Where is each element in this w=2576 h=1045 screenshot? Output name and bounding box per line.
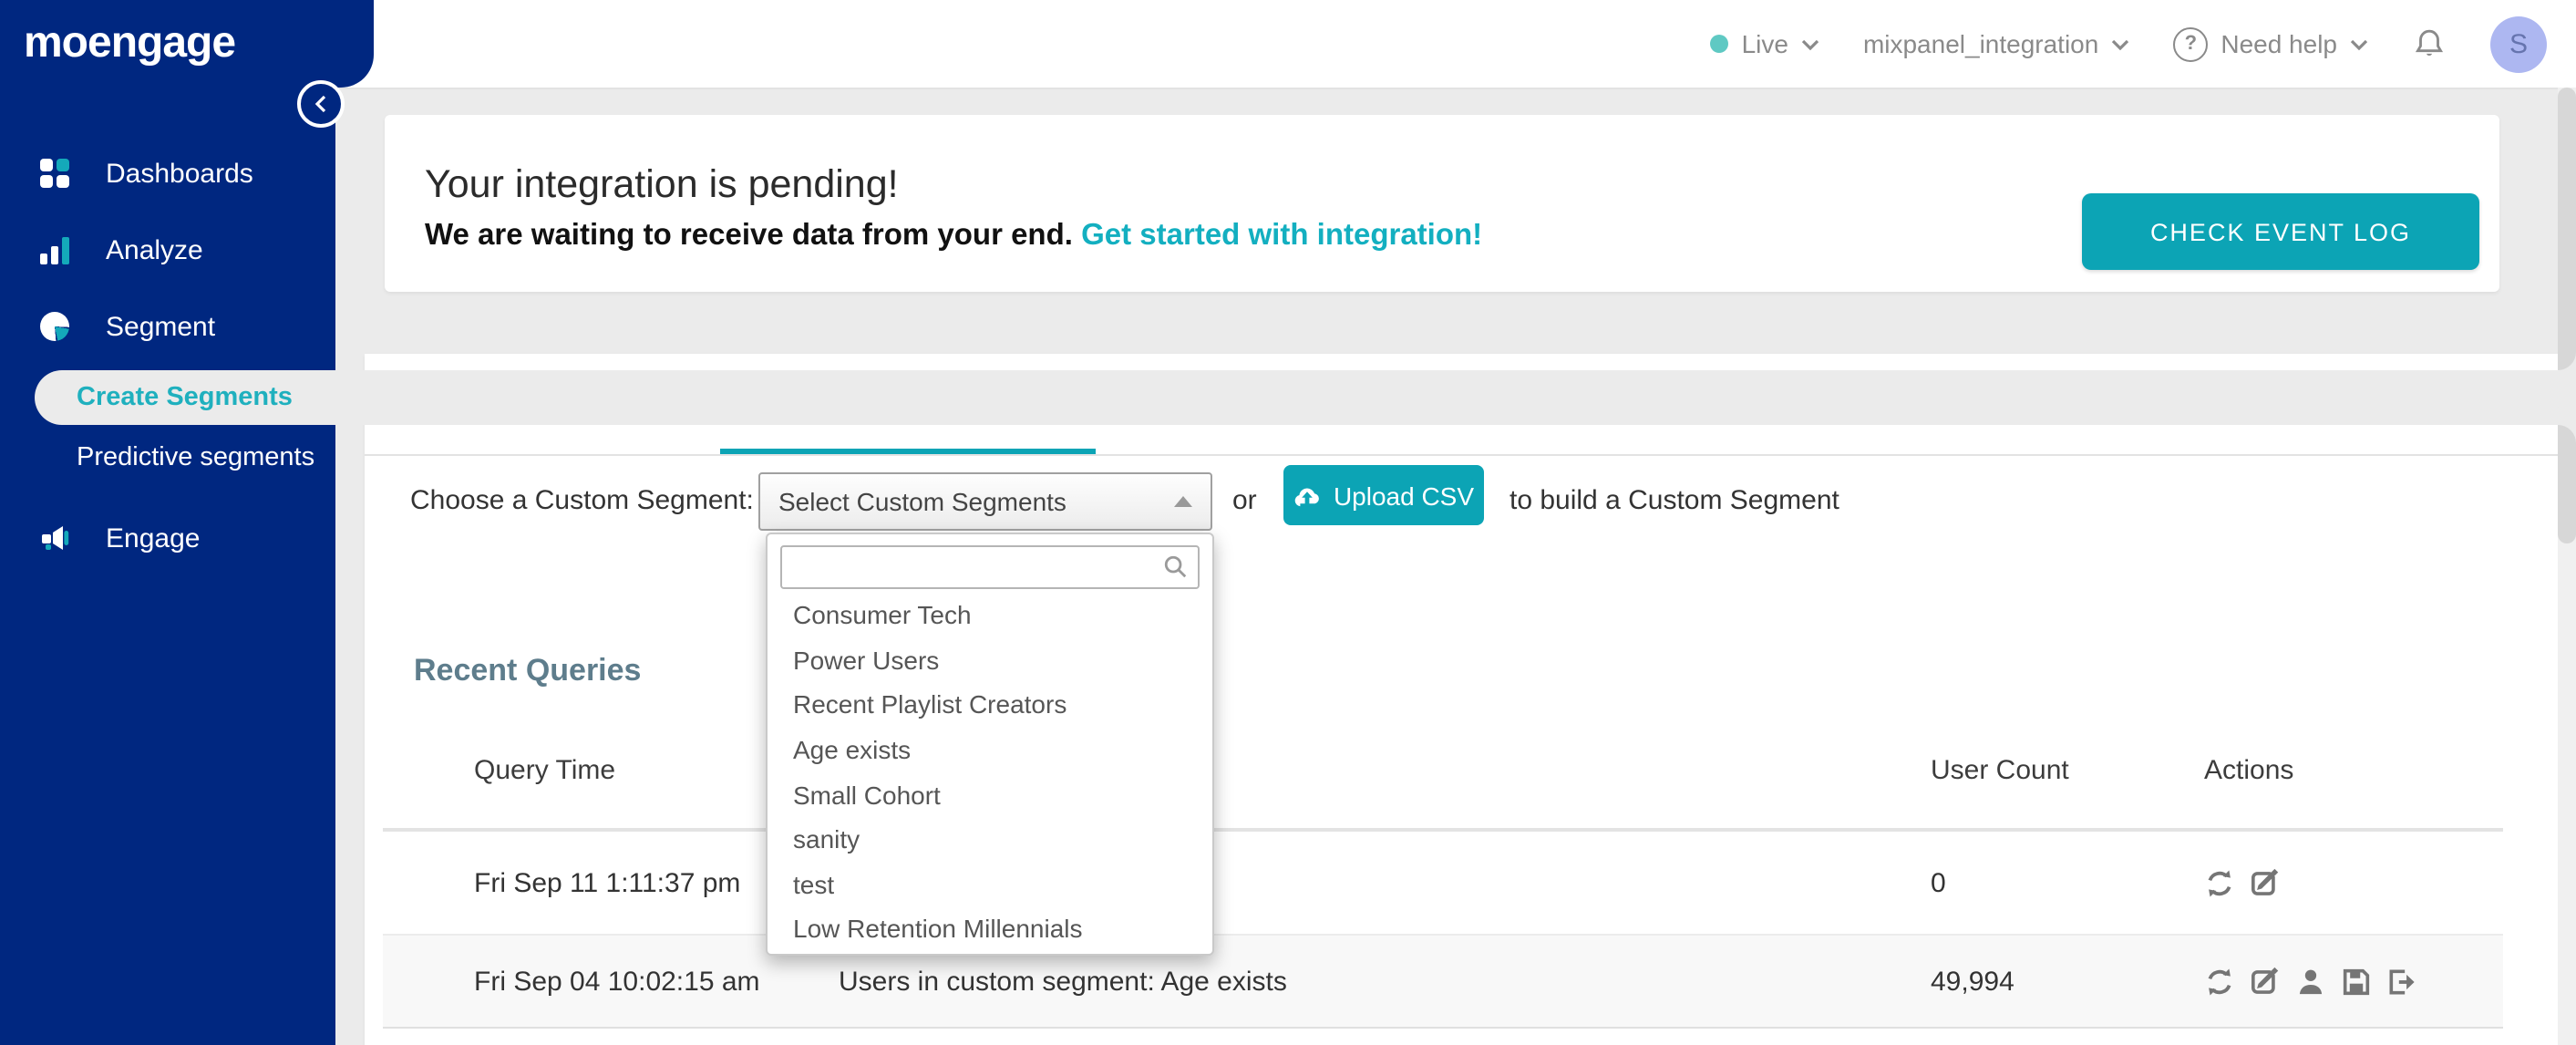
export-icon[interactable] — [2386, 966, 2417, 997]
segment-option-list: Consumer Tech Power Users Recent Playlis… — [768, 593, 1212, 952]
engage-megaphone-icon — [40, 523, 69, 553]
bell-icon[interactable] — [2412, 26, 2447, 61]
segment-option[interactable]: sanity — [768, 817, 1212, 862]
refresh-icon[interactable] — [2204, 867, 2235, 898]
sidebar-item-analyze[interactable]: Analyze — [0, 212, 2576, 288]
segment-option[interactable]: Small Cohort — [768, 772, 1212, 817]
segment-option[interactable]: Consumer Tech — [768, 593, 1212, 637]
sidebar-item-dashboards[interactable]: Dashboards — [0, 135, 2576, 212]
edit-icon[interactable] — [2250, 966, 2281, 997]
need-help-label: Need help — [2221, 29, 2337, 58]
live-status-dot — [1710, 35, 1729, 53]
top-bar: Live mixpanel_integration ? Need help S — [0, 0, 2576, 89]
segment-option[interactable]: Low Retention Millennials — [768, 906, 1212, 951]
table-row: Fri Sep 11 1:11:37 pm 0 — [383, 832, 2503, 934]
chevron-down-icon — [2350, 38, 2368, 50]
app-window: Live mixpanel_integration ? Need help S … — [0, 0, 2576, 1045]
table-header-row: Query Time User Count Actions — [383, 711, 2503, 832]
segment-pie-icon — [40, 312, 69, 341]
segment-option[interactable]: Power Users — [768, 637, 1212, 682]
live-label: Live — [1741, 29, 1788, 58]
segment-option[interactable]: Age exists — [768, 728, 1212, 772]
table-row: Fri Sep 04 10:02:15 am Users in custom s… — [383, 934, 2503, 1029]
segment-option[interactable]: test — [768, 862, 1212, 906]
chevron-left-icon — [314, 95, 326, 113]
recent-queries-heading: Recent Queries — [414, 653, 642, 688]
refresh-icon[interactable] — [2204, 966, 2235, 997]
sidebar-nav: Dashboards Analyze Segment Create Segmen… — [0, 135, 2576, 576]
analyze-icon — [40, 235, 69, 264]
sidebar-item-create-segments[interactable]: Create Segments — [35, 370, 2576, 425]
segment-option[interactable]: Recent Playlist Creators — [768, 682, 1212, 727]
sidebar-item-segment[interactable]: Segment — [0, 288, 2576, 365]
dashboards-icon — [40, 159, 69, 188]
col-header-user-count: User Count — [1931, 754, 2069, 785]
environment-switcher[interactable]: Live — [1710, 29, 1819, 58]
workspace-switcher[interactable]: mixpanel_integration — [1863, 29, 2129, 58]
moengage-logo: moengage — [24, 18, 236, 67]
custom-segment-dropdown: Consumer Tech Power Users Recent Playlis… — [766, 533, 1214, 956]
sidebar-collapse-button[interactable] — [297, 80, 345, 128]
col-header-actions: Actions — [2204, 754, 2294, 785]
sidebar-item-predictive-segments[interactable]: Predictive segments — [0, 430, 2576, 485]
workspace-name: mixpanel_integration — [1862, 29, 2099, 58]
sidebar-item-engage[interactable]: Engage — [0, 500, 2576, 576]
logo-block: moengage — [0, 0, 374, 88]
chevron-down-icon — [1801, 38, 1819, 50]
save-icon[interactable] — [2341, 966, 2372, 997]
recent-queries-table: Query Time User Count Actions Fri Sep 11… — [383, 711, 2503, 1029]
edit-icon[interactable] — [2250, 867, 2281, 898]
user-icon[interactable] — [2295, 966, 2326, 997]
question-circle-icon: ? — [2173, 26, 2209, 61]
avatar[interactable]: S — [2490, 16, 2547, 72]
need-help-menu[interactable]: ? Need help — [2173, 26, 2368, 61]
chevron-down-icon — [2112, 38, 2129, 50]
